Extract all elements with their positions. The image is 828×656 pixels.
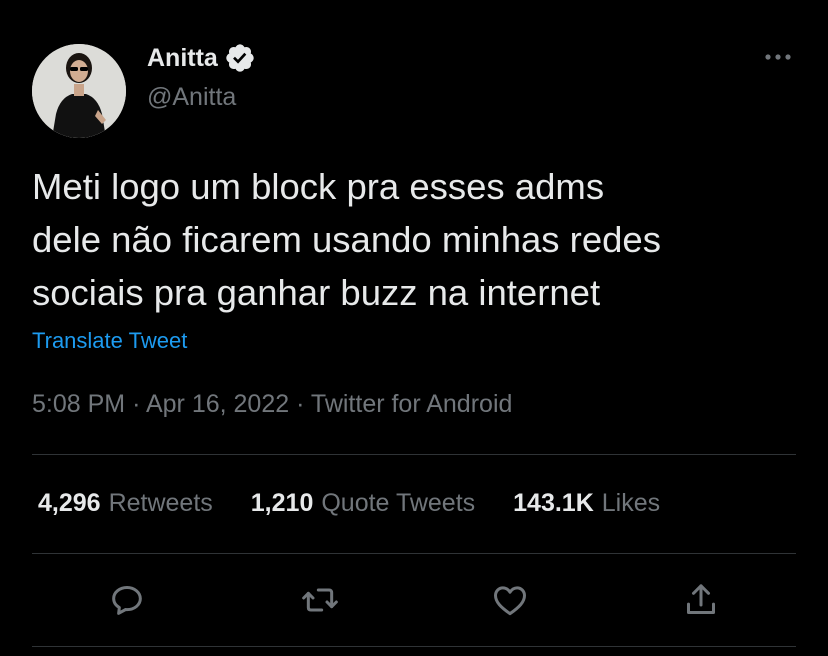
tweet-metadata: 5:08 PM · Apr 16, 2022 · Twitter for And…: [32, 387, 512, 421]
likes-count: 143.1K: [513, 489, 594, 517]
likes-stat[interactable]: 143.1K Likes: [513, 486, 660, 520]
display-name[interactable]: Anitta: [147, 42, 256, 74]
more-icon[interactable]: [758, 42, 798, 72]
quote-tweets-stat[interactable]: 1,210 Quote Tweets: [251, 486, 475, 520]
reply-icon[interactable]: [107, 580, 147, 620]
user-handle[interactable]: @Anitta: [147, 81, 236, 113]
retweets-count: 4,296: [38, 489, 101, 517]
avatar[interactable]: [32, 44, 126, 138]
avatar-photo: [32, 44, 126, 138]
heart-icon[interactable]: [490, 580, 530, 620]
verified-badge-icon: [224, 42, 256, 74]
divider: [32, 454, 796, 455]
translate-tweet-link[interactable]: Translate Tweet: [32, 326, 187, 356]
display-name-text: Anitta: [147, 44, 218, 72]
likes-label: Likes: [601, 489, 661, 517]
tweet-text: Meti logo um block pra esses adms dele n…: [32, 166, 661, 313]
meta-separator: ·: [296, 390, 305, 418]
tweet-stats: 4,296 Retweets 1,210 Quote Tweets 143.1K Li…: [38, 486, 698, 520]
divider: [32, 553, 796, 554]
tweet-date[interactable]: Apr 16, 2022: [146, 390, 289, 418]
tweet-time[interactable]: 5:08 PM: [32, 390, 125, 418]
quote-tweets-count: 1,210: [250, 489, 314, 517]
retweet-icon[interactable]: [300, 580, 340, 620]
share-icon[interactable]: [681, 580, 721, 620]
divider: [32, 646, 796, 647]
tweet-source[interactable]: Twitter for Android: [311, 390, 512, 418]
quote-tweets-label: Quote Tweets: [321, 489, 476, 517]
meta-separator: ·: [132, 390, 141, 418]
retweets-stat[interactable]: 4,296 Retweets: [38, 486, 213, 520]
retweets-label: Retweets: [108, 489, 213, 517]
